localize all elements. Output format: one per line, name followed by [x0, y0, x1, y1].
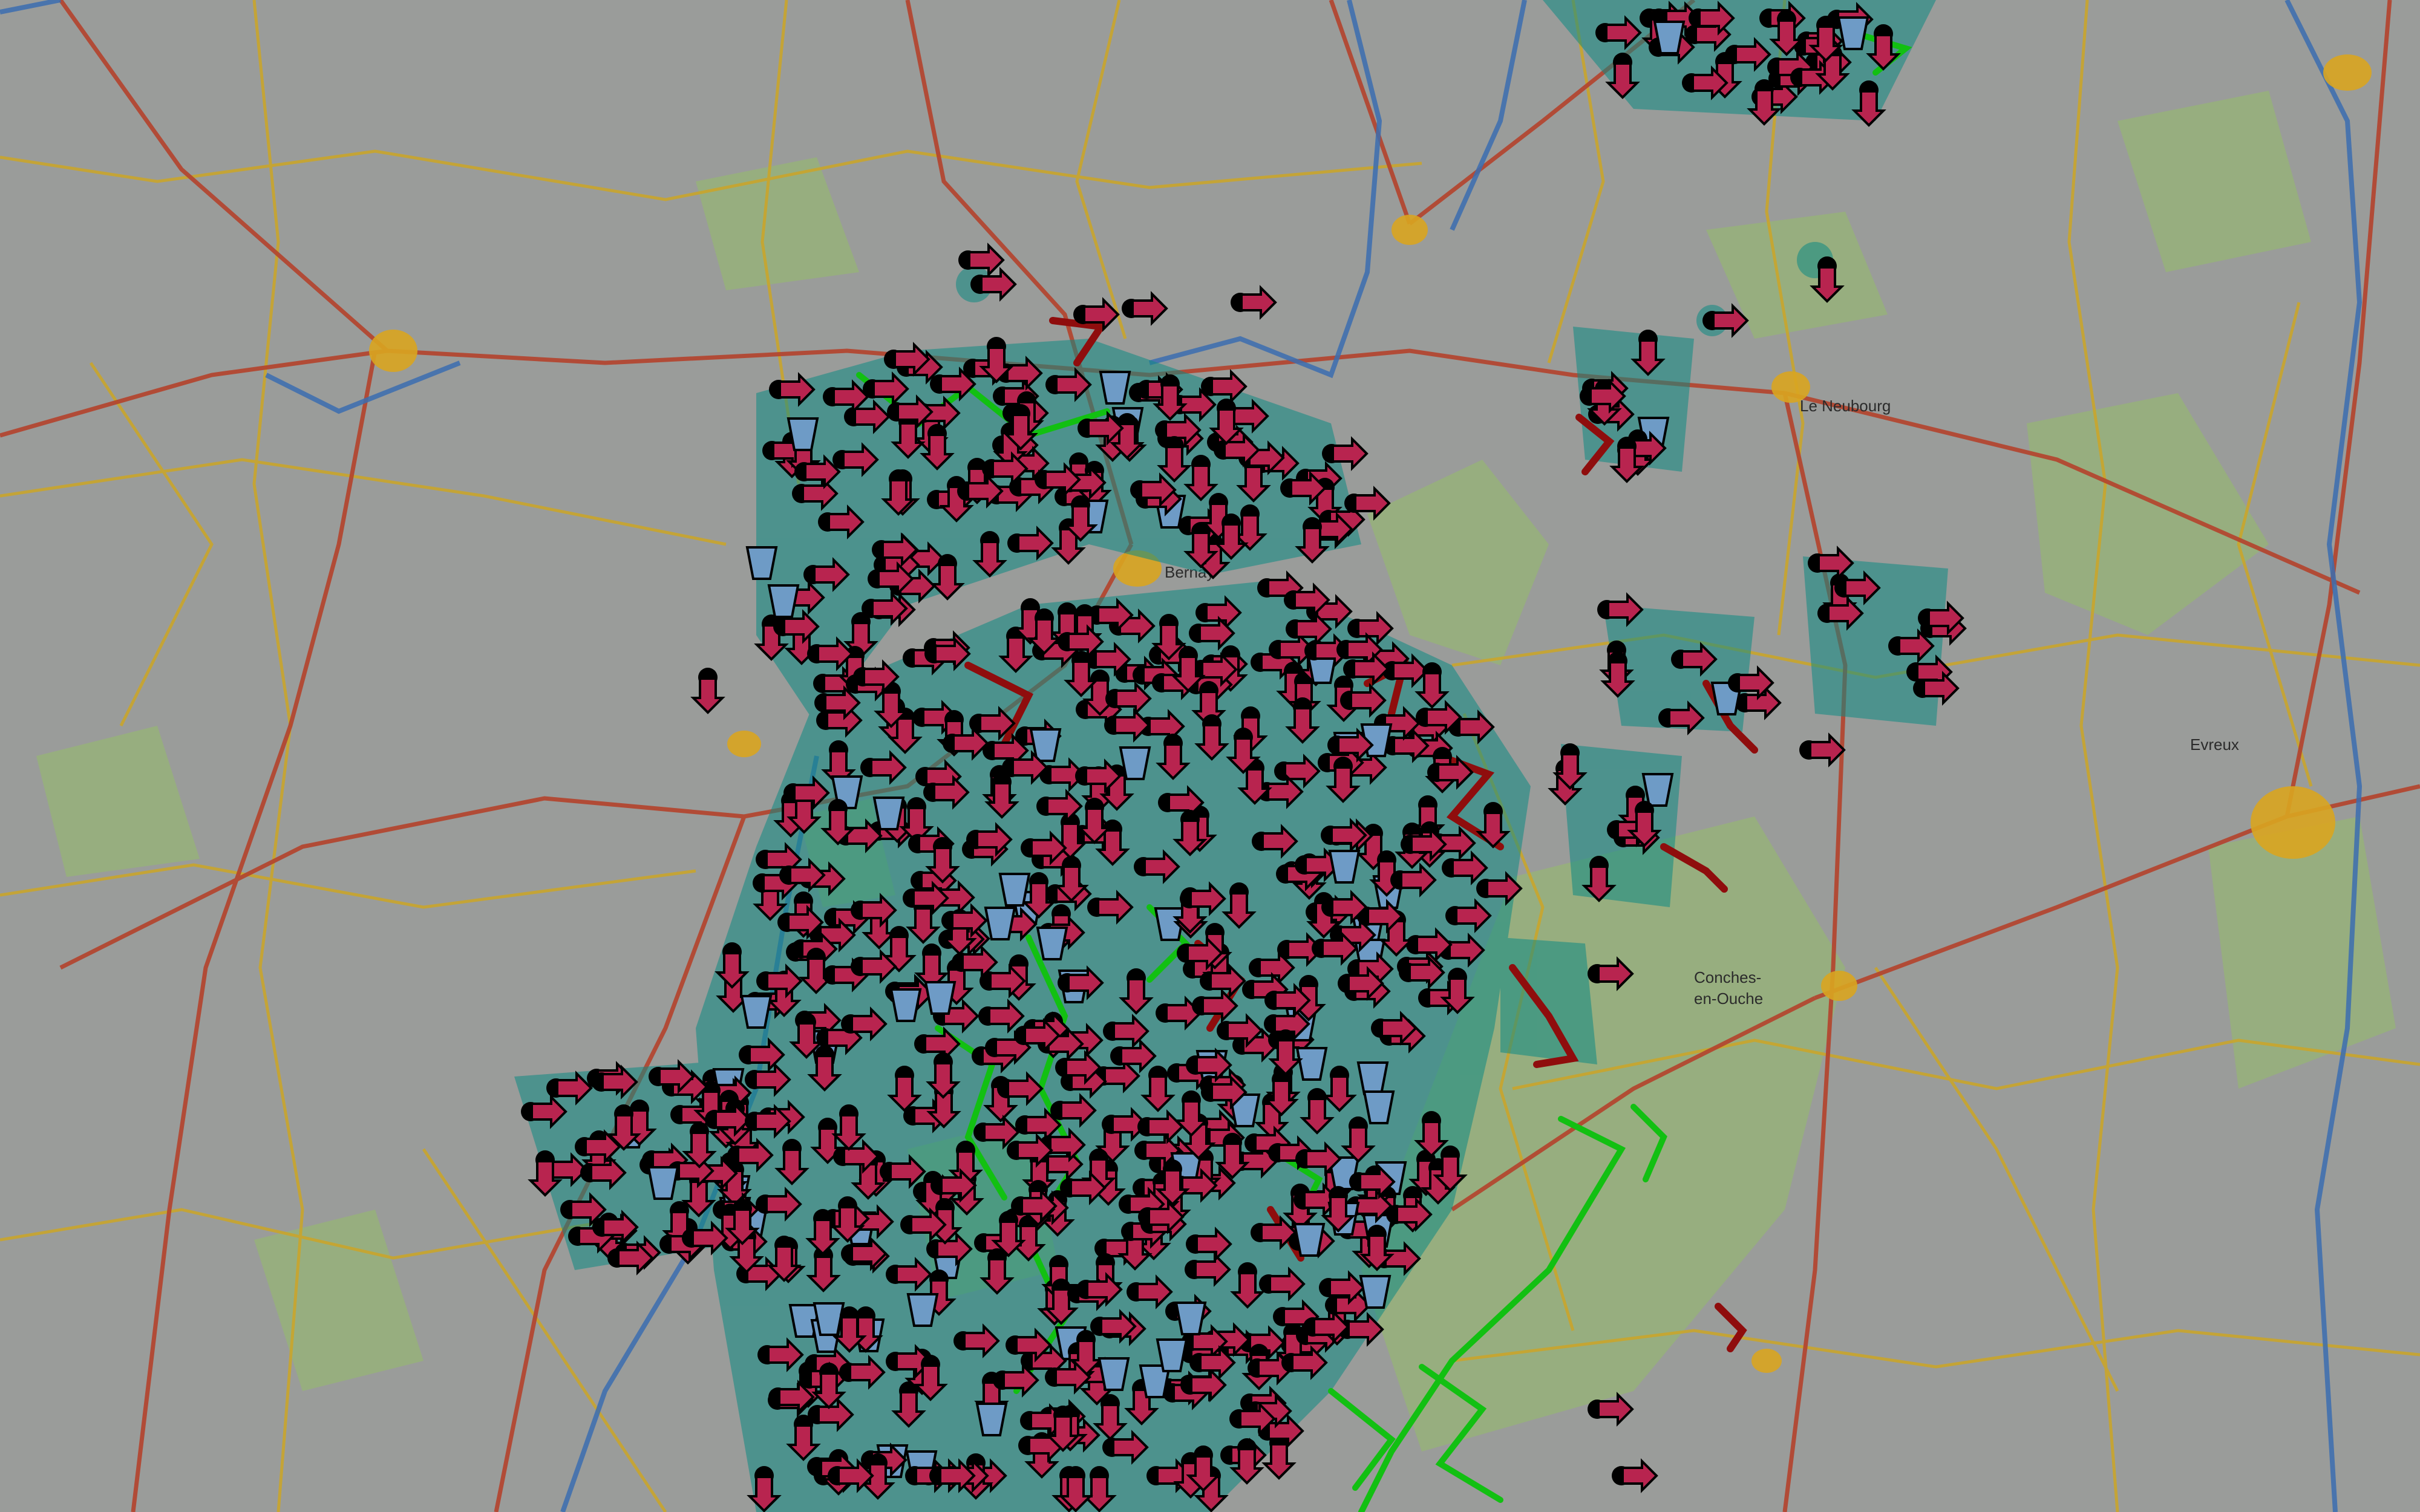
- funnel-marker-icon[interactable]: [741, 995, 772, 1029]
- funnel-marker-icon[interactable]: [976, 1403, 1007, 1436]
- funnel-marker-icon[interactable]: [1175, 1302, 1206, 1335]
- funnel-marker-icon[interactable]: [768, 584, 799, 618]
- funnel-marker-icon[interactable]: [1099, 371, 1131, 405]
- funnel-marker-icon[interactable]: [1119, 746, 1151, 780]
- funnel-marker-icon[interactable]: [984, 907, 1016, 940]
- funnel-marker-icon[interactable]: [1642, 773, 1673, 807]
- funnel-marker-icon[interactable]: [1098, 1357, 1130, 1391]
- funnel-marker-icon[interactable]: [1293, 1223, 1325, 1257]
- funnel-marker-icon[interactable]: [890, 988, 921, 1022]
- funnel-marker-icon[interactable]: [1329, 850, 1360, 884]
- funnel-marker-icon[interactable]: [1363, 1090, 1395, 1124]
- label-le-neubourg: Le Neubourg: [1800, 397, 1891, 415]
- funnel-marker-icon[interactable]: [1296, 1047, 1327, 1081]
- funnel-marker-icon[interactable]: [1837, 16, 1869, 50]
- funnel-marker-icon[interactable]: [1653, 21, 1685, 54]
- funnel-marker-icon[interactable]: [873, 797, 904, 830]
- funnel-marker-icon[interactable]: [813, 1302, 845, 1336]
- funnel-marker-icon[interactable]: [647, 1166, 679, 1200]
- label-evreux: Evreux: [2190, 735, 2239, 754]
- funnel-marker-icon[interactable]: [999, 873, 1030, 907]
- funnel-marker-icon[interactable]: [1359, 1275, 1391, 1309]
- funnel-marker-icon[interactable]: [1036, 927, 1068, 960]
- map-canvas[interactable]: Bernay Le Neubourg Conches- en-Ouche Evr…: [0, 0, 2420, 1512]
- funnel-marker-icon[interactable]: [746, 546, 777, 580]
- funnel-marker-icon[interactable]: [924, 981, 956, 1015]
- funnel-marker-icon[interactable]: [1156, 1338, 1188, 1372]
- funnel-marker-icon[interactable]: [907, 1293, 938, 1327]
- funnel-marker-icon[interactable]: [1357, 1061, 1388, 1095]
- funnel-marker-icon[interactable]: [787, 417, 819, 451]
- label-conches-1: Conches-: [1694, 968, 1761, 986]
- label-conches-2: en-Ouche: [1694, 989, 1763, 1008]
